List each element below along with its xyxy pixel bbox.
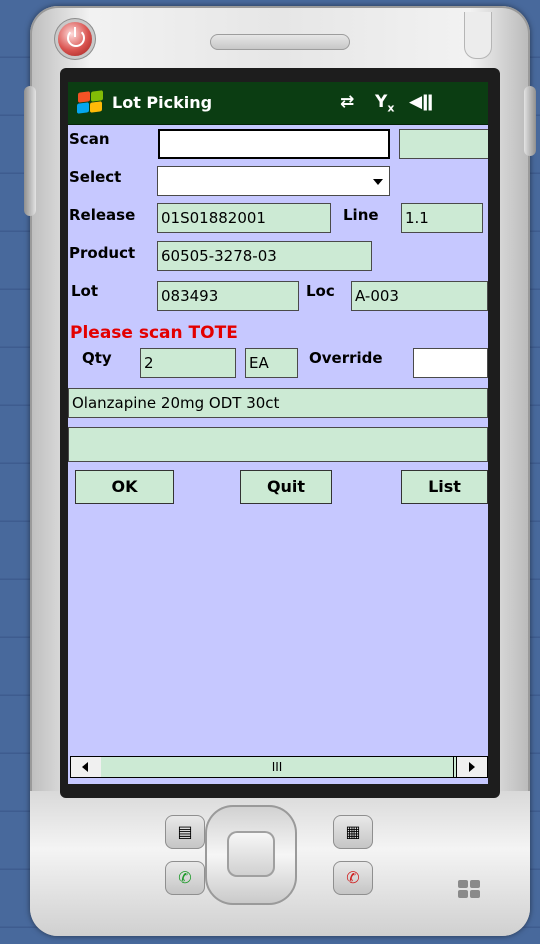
release-label: Release bbox=[69, 206, 136, 224]
dpad[interactable] bbox=[205, 805, 297, 905]
power-button[interactable] bbox=[58, 22, 92, 56]
horizontal-scrollbar[interactable]: III bbox=[70, 756, 488, 778]
end-call-button[interactable]: ✆ bbox=[333, 861, 373, 895]
product-field: 60505-3278-03 bbox=[157, 241, 372, 271]
phone-end-icon: ✆ bbox=[346, 868, 360, 887]
dpad-center-button[interactable] bbox=[227, 831, 275, 877]
side-button-right[interactable] bbox=[524, 86, 536, 156]
uom-field: EA bbox=[245, 348, 298, 378]
product-label: Product bbox=[69, 244, 136, 262]
app-title: Lot Picking bbox=[112, 93, 213, 112]
ok-button[interactable]: OK bbox=[75, 470, 174, 504]
stylus-slot bbox=[464, 12, 492, 59]
description-field: Olanzapine 20mg ODT 30ct bbox=[68, 388, 488, 418]
scroll-thumb[interactable]: III bbox=[101, 757, 454, 777]
line-label: Line bbox=[343, 206, 379, 224]
windows-logo-icon bbox=[458, 880, 484, 902]
release-field: 01S01882001 bbox=[157, 203, 331, 233]
override-label: Override bbox=[309, 349, 383, 367]
quit-button[interactable]: Quit bbox=[240, 470, 332, 504]
loc-field: A-003 bbox=[351, 281, 488, 311]
contacts-icon: ▦ bbox=[345, 822, 361, 841]
speaker-grille bbox=[210, 34, 350, 50]
select-label: Select bbox=[69, 168, 122, 186]
scan-input[interactable] bbox=[158, 129, 390, 159]
signal-off-icon[interactable]: Yx bbox=[375, 92, 394, 114]
title-bar: Lot Picking ⇄ Yx ◀ǁ bbox=[68, 82, 488, 125]
left-softkey[interactable]: ▤ bbox=[165, 815, 205, 849]
arrow-left-icon bbox=[82, 762, 88, 772]
extra-field bbox=[68, 427, 488, 462]
scroll-left-button[interactable] bbox=[71, 757, 102, 777]
qty-label: Qty bbox=[82, 349, 112, 367]
lot-field: 083493 bbox=[157, 281, 299, 311]
qty-field: 2 bbox=[140, 348, 236, 378]
override-input[interactable] bbox=[413, 348, 488, 378]
scan-side-field bbox=[399, 129, 488, 159]
side-button-left[interactable] bbox=[24, 86, 36, 216]
hardware-keypad: ▤ ▦ ✆ ✆ bbox=[135, 805, 373, 905]
right-softkey[interactable]: ▦ bbox=[333, 815, 373, 849]
call-button[interactable]: ✆ bbox=[165, 861, 205, 895]
line-field: 1.1 bbox=[401, 203, 483, 233]
scan-label: Scan bbox=[69, 130, 110, 148]
loc-label: Loc bbox=[306, 282, 335, 300]
lot-label: Lot bbox=[71, 282, 99, 300]
arrow-right-icon bbox=[469, 762, 475, 772]
calendar-icon: ▤ bbox=[177, 822, 193, 841]
device-screen: Lot Picking ⇄ Yx ◀ǁ Scan Select Release … bbox=[68, 82, 488, 784]
windows-start-icon[interactable] bbox=[76, 90, 104, 115]
select-dropdown[interactable] bbox=[157, 166, 390, 196]
volume-muted-icon[interactable]: ◀ǁ bbox=[409, 92, 433, 112]
list-button[interactable]: List bbox=[401, 470, 488, 504]
sync-icon[interactable]: ⇄ bbox=[340, 92, 354, 112]
status-message: Please scan TOTE bbox=[70, 323, 238, 343]
scroll-right-button[interactable] bbox=[456, 757, 487, 777]
phone-call-icon: ✆ bbox=[178, 868, 192, 887]
chevron-down-icon bbox=[373, 179, 383, 185]
power-icon bbox=[67, 29, 85, 47]
